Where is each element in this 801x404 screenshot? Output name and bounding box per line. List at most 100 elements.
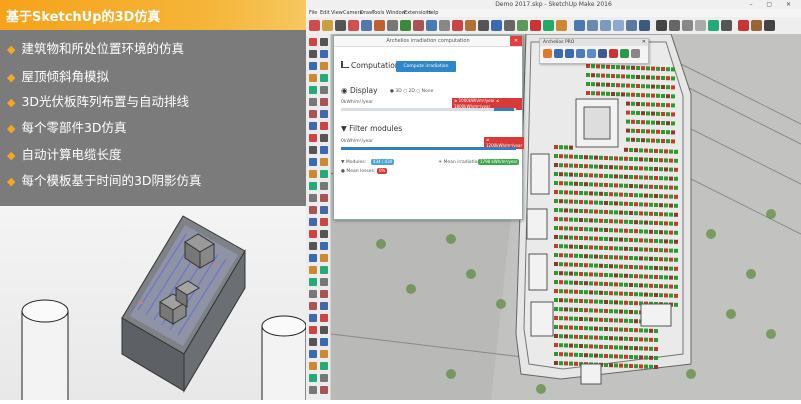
menu-window[interactable]: Window [386, 10, 406, 16]
solar-panel-module[interactable] [649, 184, 653, 189]
solar-panel-module[interactable] [619, 201, 623, 206]
solar-panel-module[interactable] [669, 221, 673, 226]
solar-panel-module[interactable] [649, 220, 653, 225]
solar-panel-module[interactable] [574, 181, 578, 186]
solar-panel-module[interactable] [574, 244, 578, 249]
solar-panel-module[interactable] [669, 293, 673, 298]
solar-panel-module[interactable] [651, 111, 655, 116]
solar-panel-module[interactable] [646, 129, 650, 134]
solar-panel-module[interactable] [599, 245, 603, 250]
solar-panel-module[interactable] [599, 209, 603, 214]
solar-panel-module[interactable] [564, 172, 568, 177]
solar-panel-module[interactable] [639, 364, 643, 369]
solar-panel-module[interactable] [594, 200, 598, 205]
side-tool-icon[interactable] [309, 74, 317, 82]
solar-panel-module[interactable] [569, 280, 573, 285]
solar-panel-module[interactable] [589, 290, 593, 295]
solar-panel-module[interactable] [616, 74, 620, 79]
solar-panel-module[interactable] [646, 102, 650, 107]
solar-panel-module[interactable] [616, 92, 620, 97]
solar-panel-module[interactable] [646, 66, 650, 71]
shadow-icon[interactable] [609, 49, 618, 58]
solar-panel-module[interactable] [619, 255, 623, 260]
solar-panel-module[interactable] [609, 174, 613, 179]
solar-panel-module[interactable] [584, 263, 588, 268]
solar-panel-module[interactable] [624, 318, 628, 323]
solar-panel-module[interactable] [559, 172, 563, 177]
side-tool-icon[interactable] [320, 362, 328, 370]
solar-panel-module[interactable] [589, 236, 593, 241]
solar-panel-module[interactable] [666, 76, 670, 81]
solar-panel-module[interactable] [591, 64, 595, 69]
solar-panel-module[interactable] [631, 137, 635, 142]
solar-panel-module[interactable] [631, 83, 635, 88]
solar-panel-module[interactable] [591, 91, 595, 96]
solar-panel-module[interactable] [559, 163, 563, 168]
solar-panel-module[interactable] [554, 271, 558, 275]
solar-panel-module[interactable] [554, 325, 558, 329]
solar-panel-module[interactable] [594, 236, 598, 241]
solar-panel-module[interactable] [649, 211, 653, 216]
solar-panel-module[interactable] [664, 176, 668, 181]
solar-panel-module[interactable] [664, 212, 668, 217]
solar-panel-module[interactable] [624, 363, 628, 368]
solar-panel-module[interactable] [659, 167, 663, 172]
solar-panel-module[interactable] [594, 326, 598, 331]
solar-panel-module[interactable] [659, 257, 663, 262]
solar-panel-module[interactable] [611, 74, 615, 78]
solar-panel-module[interactable] [639, 256, 643, 261]
solar-panel-module[interactable] [626, 74, 630, 79]
solar-panel-module[interactable] [649, 193, 653, 198]
solar-panel-module[interactable] [651, 75, 655, 80]
solar-panel-module[interactable] [619, 336, 623, 341]
solar-panel-module[interactable] [634, 202, 638, 207]
solar-panel-module[interactable] [594, 218, 598, 223]
extension-icon[interactable] [543, 20, 554, 31]
solar-panel-module[interactable] [564, 145, 568, 150]
side-tool-icon[interactable] [320, 302, 328, 310]
solar-panel-module[interactable] [559, 190, 563, 195]
solar-panel-module[interactable] [624, 354, 628, 359]
side-tool-icon[interactable] [320, 254, 328, 262]
solar-panel-module[interactable] [629, 157, 633, 161]
side-tool-icon[interactable] [309, 338, 317, 346]
solar-panel-module[interactable] [674, 167, 678, 172]
solar-panel-module[interactable] [604, 282, 608, 286]
solar-panel-module[interactable] [624, 255, 628, 260]
solar-panel-module[interactable] [629, 202, 633, 206]
solar-panel-module[interactable] [609, 273, 613, 278]
solar-panel-module[interactable] [639, 292, 643, 297]
solar-panel-module[interactable] [639, 274, 643, 279]
solar-panel-module[interactable] [569, 361, 573, 366]
solar-panel-module[interactable] [664, 167, 668, 172]
select-tool-icon[interactable] [309, 20, 320, 31]
solar-panel-module[interactable] [656, 93, 660, 98]
solar-panel-module[interactable] [569, 352, 573, 357]
solar-panel-module[interactable] [649, 247, 653, 252]
side-tool-icon[interactable] [320, 230, 328, 238]
solar-panel-module[interactable] [639, 346, 643, 351]
solar-panel-module[interactable] [629, 292, 633, 296]
side-tool-icon[interactable] [309, 86, 317, 94]
solar-panel-module[interactable] [639, 238, 643, 243]
solar-panel-module[interactable] [594, 209, 598, 214]
solar-panel-module[interactable] [626, 65, 630, 70]
solar-panel-module[interactable] [589, 245, 593, 250]
solar-panel-module[interactable] [574, 361, 578, 366]
solar-panel-module[interactable] [564, 217, 568, 222]
solar-panel-module[interactable] [634, 364, 638, 369]
solar-panel-module[interactable] [564, 271, 568, 276]
solar-panel-module[interactable] [639, 283, 643, 288]
solar-panel-module[interactable] [606, 73, 610, 78]
solar-panel-module[interactable] [579, 254, 583, 258]
solar-panel-module[interactable] [559, 316, 563, 321]
solar-panel-module[interactable] [604, 363, 608, 367]
solar-panel-module[interactable] [554, 199, 558, 203]
side-tool-icon[interactable] [320, 98, 328, 106]
side-tool-icon[interactable] [320, 206, 328, 214]
solar-panel-module[interactable] [626, 101, 630, 106]
solar-panel-module[interactable] [669, 149, 673, 154]
solar-panel-module[interactable] [634, 265, 638, 270]
solar-panel-module[interactable] [569, 172, 573, 177]
solar-panel-module[interactable] [554, 262, 558, 266]
